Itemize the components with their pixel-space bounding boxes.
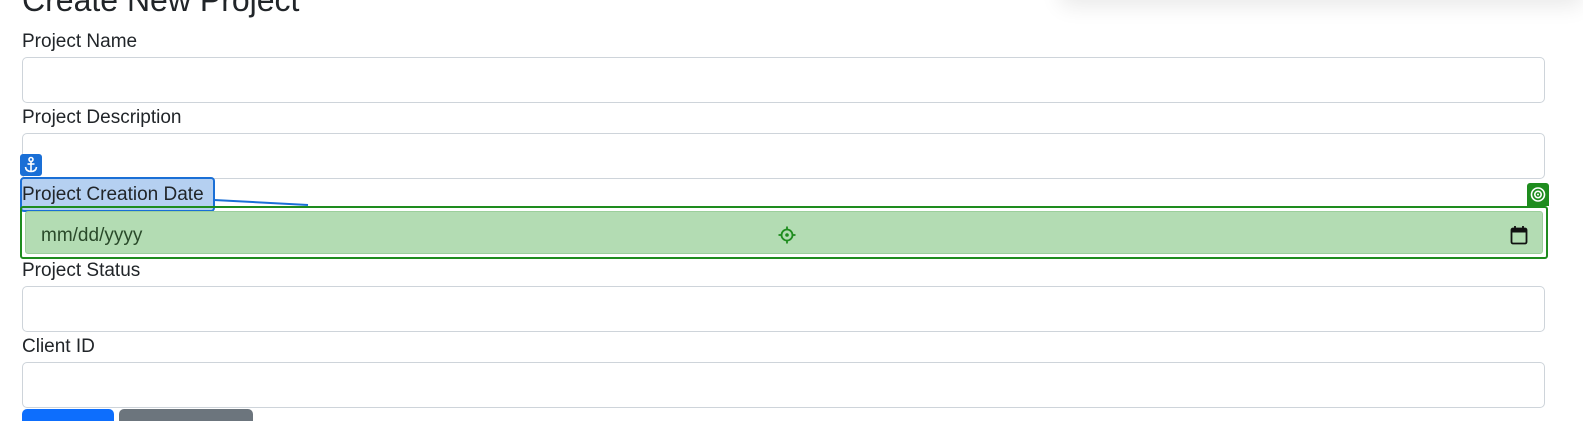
- anchor-icon: [20, 154, 42, 176]
- crosshair-icon: [778, 226, 796, 244]
- calendar-icon[interactable]: [1510, 225, 1528, 245]
- project-description-input[interactable]: [22, 133, 1545, 179]
- date-field-highlight: mm/dd/yyyy: [20, 206, 1548, 259]
- submit-button[interactable]: [22, 409, 114, 421]
- project-creation-date-input[interactable]: mm/dd/yyyy: [25, 211, 1543, 254]
- project-status-label: Project Status: [22, 260, 141, 281]
- create-project-page: Create New Project Project Name Project …: [0, 0, 1583, 421]
- project-name-label: Project Name: [22, 31, 138, 52]
- project-name-input[interactable]: [22, 57, 1545, 103]
- client-id-label: Client ID: [22, 336, 95, 357]
- date-placeholder: mm/dd/yyyy: [41, 225, 143, 246]
- project-status-input[interactable]: [22, 286, 1545, 332]
- client-id-input[interactable]: [22, 362, 1545, 408]
- target-icon: [1527, 183, 1549, 206]
- project-description-label: Project Description: [22, 107, 182, 128]
- page-title: Create New Project: [22, 0, 300, 18]
- project-creation-date-label: Project Creation Date: [22, 184, 204, 205]
- cancel-button[interactable]: [119, 409, 253, 421]
